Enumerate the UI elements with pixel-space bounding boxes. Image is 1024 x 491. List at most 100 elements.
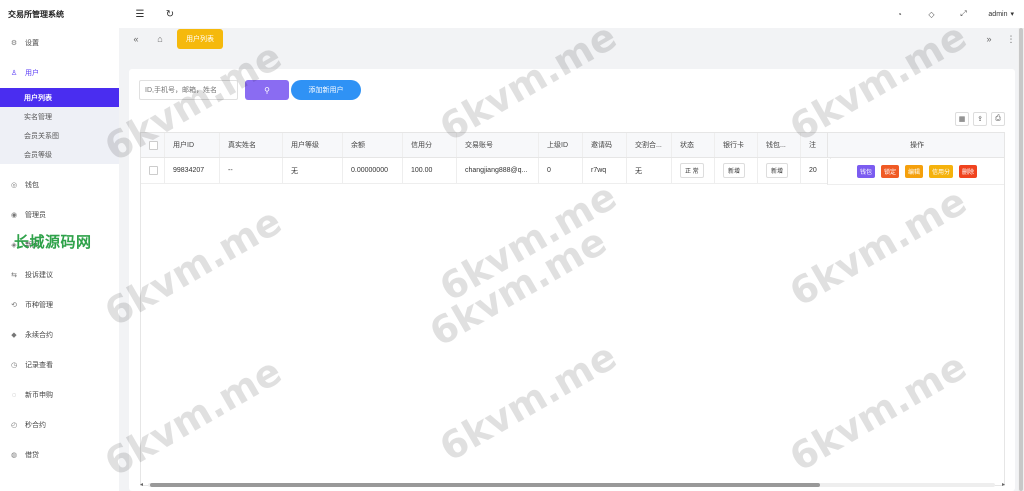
col-header[interactable]: 银行卡 [715, 133, 758, 157]
cell-delivery: 无 [627, 158, 672, 183]
credit-op-button[interactable]: 信用分 [929, 165, 954, 178]
export-icon[interactable]: ⇪ [973, 112, 987, 126]
home-icon[interactable]: ⌂ [153, 32, 167, 46]
cell-credit: 100.00 [403, 158, 457, 183]
user-icon: ♙ [10, 70, 18, 77]
cell-invite-code: r7wq [583, 158, 627, 183]
fullscreen-icon[interactable]: ⤢ [956, 7, 970, 21]
col-header[interactable]: 余额 [343, 133, 403, 157]
content-card: ⚲ 添加新用户 ▦ ⇪ ⎙ 用户ID 真实姓名 用户等级 余额 信用分 交易账号… [129, 69, 1015, 491]
col-header[interactable]: 交割合... [627, 133, 672, 157]
edit-op-button[interactable]: 编辑 [904, 165, 923, 178]
sidebar-item-label: 借贷 [25, 452, 39, 459]
columns-icon[interactable]: ▦ [955, 112, 969, 126]
scroll-thumb[interactable] [150, 483, 820, 487]
sidebar-subitem-user-list[interactable]: 用户列表 [0, 88, 119, 107]
delete-op-button[interactable]: 删除 [959, 165, 978, 178]
contract-icon: ◆ [11, 332, 17, 339]
add-wallet-button[interactable]: 新增 [766, 163, 789, 178]
gear-icon: ⚙ [10, 40, 18, 47]
sidebar-item-subscribe[interactable]: ◌ 新币申购 [0, 380, 119, 410]
search-input[interactable] [139, 80, 238, 100]
col-header[interactable]: 交易账号 [457, 133, 539, 157]
sidebar-item-feedback[interactable]: ⇆ 投诉建议 [0, 260, 119, 290]
cell-status: 正 常 [672, 158, 715, 183]
sidebar-item-loan[interactable]: ◍ 借贷 [0, 440, 119, 470]
search-button[interactable]: ⚲ [245, 80, 289, 100]
add-bank-button[interactable]: 新增 [723, 163, 746, 178]
cell-bank: 新增 [715, 158, 758, 183]
record-icon: ◷ [10, 362, 18, 369]
scroll-left-icon[interactable]: ◂ [140, 481, 143, 488]
sidebar-item-wallet[interactable]: ◎ 钱包 [0, 170, 119, 200]
sidebar-item-coins[interactable]: ⟲ 币种管理 [0, 290, 119, 320]
sidebar-subitem-relation[interactable]: 会员关系图 [0, 126, 119, 145]
row-checkbox[interactable] [149, 166, 158, 175]
scroll-right-icon[interactable]: ▸ [1002, 481, 1005, 488]
sidebar-item-label: 新币申购 [25, 392, 53, 399]
tabs-menu-icon[interactable]: ⋮ [1004, 32, 1018, 46]
status-badge[interactable]: 正 常 [680, 163, 704, 178]
vertical-scrollbar[interactable] [1018, 28, 1024, 491]
sidebar-subitem-realname[interactable]: 实名管理 [0, 107, 119, 126]
col-header[interactable]: 状态 [672, 133, 715, 157]
app-title: 交易所管理系统 [8, 9, 64, 19]
lock-op-button[interactable]: 锁定 [880, 165, 899, 178]
app-root: 交易所管理系统 ☰ ↻ ◔ ◇ ⤢ admin ▾ ⚙ 设置 ♙ 用户 用户列表… [0, 0, 1024, 491]
row-select-cell [141, 158, 165, 183]
sidebar-item-label: 币种管理 [25, 302, 53, 309]
sidebar-item-label: 永续合约 [25, 332, 53, 339]
theme-icon[interactable]: ◔ [892, 7, 906, 21]
tab-label: 用户列表 [186, 36, 214, 43]
col-header[interactable]: 上级ID [539, 133, 583, 157]
menu-fold-icon[interactable]: ☰ [133, 7, 147, 21]
loan-icon: ◍ [10, 452, 18, 459]
sidebar-item-label: 记录查看 [25, 362, 53, 369]
user-menu[interactable]: admin ▾ [988, 10, 1014, 19]
sidebar: ⚙ 设置 ♙ 用户 用户列表 实名管理 会员关系图 会员等级 ◎ 钱包 ◉ 管理… [0, 28, 119, 491]
username: admin [988, 10, 1008, 18]
double-chevron-right-icon[interactable]: » [982, 32, 996, 46]
add-user-button[interactable]: 添加新用户 [291, 80, 361, 100]
tabs-bar: « ⌂ 用户列表 » ⋮ [119, 28, 1024, 50]
sidebar-item-settings[interactable]: ⚙ 设置 [0, 28, 119, 58]
sidebar-item-label: 秒合约 [25, 422, 46, 429]
timer-icon: ◴ [10, 422, 18, 429]
select-all-cell [141, 133, 165, 157]
col-header[interactable]: 真实姓名 [220, 133, 283, 157]
wallet-op-button[interactable]: 钱包 [856, 165, 875, 178]
tab-user-list[interactable]: 用户列表 [177, 29, 223, 49]
cell-wallet: 新增 [758, 158, 801, 183]
users-submenu: 用户列表 实名管理 会员关系图 会员等级 [0, 88, 119, 164]
col-header[interactable]: 钱包... [758, 133, 801, 157]
refresh-icon[interactable]: ↻ [163, 7, 177, 21]
cell-account: changjiang888@q... [457, 158, 539, 183]
search-icon: ⚲ [264, 85, 270, 95]
feedback-icon: ⇆ [11, 272, 17, 279]
select-all-checkbox[interactable] [149, 140, 158, 150]
col-header[interactable]: 邀请码 [583, 133, 627, 157]
col-header[interactable]: 用户ID [165, 133, 220, 157]
vertical-scroll-thumb[interactable] [1019, 28, 1023, 491]
subscribe-icon: ◌ [11, 391, 17, 399]
sidebar-item-admin[interactable]: ◉ 管理员 [0, 200, 119, 230]
col-header[interactable]: 用户等级 [283, 133, 343, 157]
col-header[interactable]: 信用分 [403, 133, 457, 157]
double-chevron-left-icon[interactable]: « [129, 32, 143, 46]
cell-parent-id: 0 [539, 158, 583, 183]
cell-balance: 0.00000000 [343, 158, 403, 183]
sidebar-item-records[interactable]: ◷ 记录查看 [0, 350, 119, 380]
sidebar-item-seconds[interactable]: ◴ 秒合约 [0, 410, 119, 440]
sidebar-item-users[interactable]: ♙ 用户 [0, 58, 119, 88]
horizontal-scrollbar[interactable]: ◂ ▸ [140, 481, 1005, 488]
ops-column-header: 操作 [827, 133, 1004, 158]
print-icon[interactable]: ⎙ [991, 112, 1005, 126]
sidebar-item-label: 管理员 [25, 212, 46, 219]
sidebar-item-contract[interactable]: ◆ 永续合约 [0, 320, 119, 350]
cell-user-id: 99834207 [165, 158, 220, 183]
cell-level: 无 [283, 158, 343, 183]
admin-icon: ◉ [10, 212, 18, 219]
tag-icon[interactable]: ◇ [924, 7, 938, 21]
sidebar-subitem-level[interactable]: 会员等级 [0, 145, 119, 164]
sidebar-item-label: 投诉建议 [25, 272, 53, 279]
